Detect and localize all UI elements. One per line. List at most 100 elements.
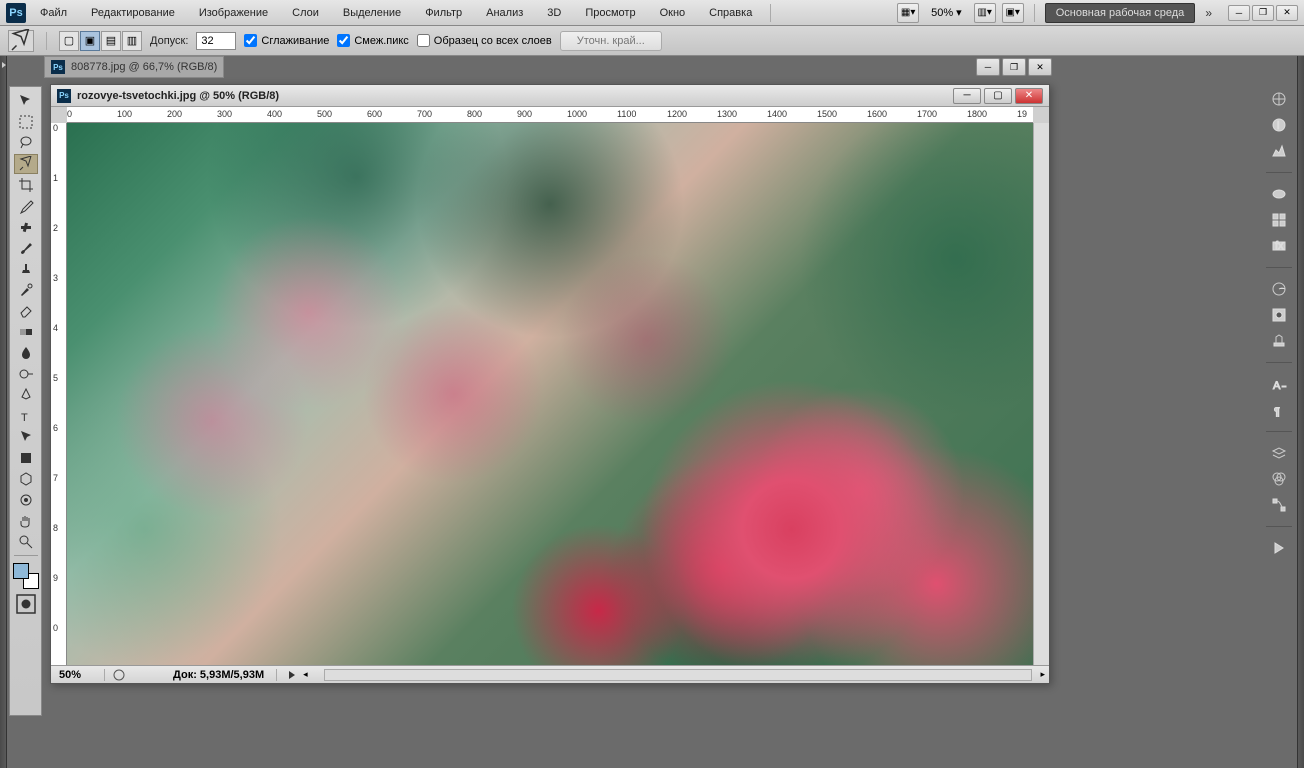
antialias-checkbox[interactable]: Сглаживание [244,34,329,47]
info-panel-icon[interactable]: i [1266,114,1292,136]
right-dock-edge[interactable] [1297,56,1304,768]
gradient-tool[interactable] [14,322,38,342]
menu-filter[interactable]: Фильтр [415,3,472,23]
options-bar: ▢ ▣ ▤ ▥ Допуск: Сглаживание Смеж.пикс Об… [0,26,1304,56]
masks-panel-icon[interactable] [1266,304,1292,326]
quick-mask-toggle[interactable] [14,594,38,614]
contiguous-checkbox[interactable]: Смеж.пикс [337,34,408,47]
document-window: Ps rozovye-tsvetochki.jpg @ 50% (RGB/8) … [50,84,1050,684]
menu-help[interactable]: Справка [699,3,762,23]
selection-new-button[interactable]: ▢ [59,31,79,51]
current-tool-icon[interactable] [8,30,34,52]
bgdoc-close-button[interactable]: ✕ [1028,58,1052,76]
document-titlebar[interactable]: Ps rozovye-tsvetochki.jpg @ 50% (RGB/8) … [51,85,1049,107]
character-panel-icon[interactable]: A [1266,373,1292,395]
all-layers-checkbox[interactable]: Образец со всех слоев [417,34,552,47]
dodge-tool[interactable] [14,364,38,384]
document-title: rozovye-tsvetochki.jpg @ 50% (RGB/8) [77,90,279,102]
marquee-tool[interactable] [14,112,38,132]
eraser-tool[interactable] [14,301,38,321]
selection-subtract-button[interactable]: ▤ [101,31,121,51]
status-doc-size[interactable]: Док: 5,93M/5,93M [133,669,277,681]
menu-file[interactable]: Файл [30,3,77,23]
horizontal-ruler[interactable]: 0100200300400500600700800900100011001200… [67,107,1033,123]
crop-tool[interactable] [14,175,38,195]
healing-brush-tool[interactable] [14,217,38,237]
window-close-button[interactable]: ✕ [1276,5,1298,21]
arrange-docs-icon[interactable]: ▥▾ [974,3,996,23]
color-panel-icon[interactable] [1266,183,1292,205]
selection-intersect-button[interactable]: ▥ [122,31,142,51]
channels-panel-icon[interactable] [1266,468,1292,490]
status-nav-icon[interactable] [113,669,125,681]
window-minimize-button[interactable]: ─ [1228,5,1250,21]
menu-select[interactable]: Выделение [333,3,411,23]
bgdoc-minimize-button[interactable]: ─ [976,58,1000,76]
menu-image[interactable]: Изображение [189,3,278,23]
histogram-panel-icon[interactable] [1266,140,1292,162]
3d-tool[interactable] [14,469,38,489]
tolerance-input[interactable] [196,32,236,50]
svg-text:fx: fx [1275,240,1284,252]
lasso-tool[interactable] [14,133,38,153]
status-menu-arrow-icon[interactable] [289,671,295,679]
canvas[interactable] [67,123,1033,665]
layers-panel-icon[interactable] [1266,442,1292,464]
vertical-ruler[interactable]: 01234567890 [51,123,67,665]
panel-separator [1266,431,1292,432]
paragraph-panel-icon[interactable]: ¶ [1266,399,1292,421]
panel-separator [1266,172,1292,173]
menu-analysis[interactable]: Анализ [476,3,533,23]
window-restore-button[interactable]: ❐ [1252,5,1274,21]
zoom-tool[interactable] [14,532,38,552]
paths-panel-icon[interactable] [1266,494,1292,516]
selection-add-button[interactable]: ▣ [80,31,100,51]
blur-tool[interactable] [14,343,38,363]
type-tool[interactable]: T [14,406,38,426]
shape-tool[interactable] [14,448,38,468]
background-document-tab[interactable]: Ps 808778.jpg @ 66,7% (RGB/8) [44,56,224,78]
history-brush-tool[interactable] [14,280,38,300]
svg-text:A: A [1273,380,1281,392]
status-zoom[interactable]: 50% [55,669,105,681]
3d-camera-tool[interactable] [14,490,38,510]
eyedropper-tool[interactable] [14,196,38,216]
styles-panel-icon[interactable]: fx [1266,235,1292,257]
hand-tool[interactable] [14,511,38,531]
refine-edge-button[interactable]: Уточн. край... [560,31,662,51]
menu-3d[interactable]: 3D [537,3,571,23]
panel-separator [1266,267,1292,268]
workspace-switcher[interactable]: Основная рабочая среда [1045,3,1196,23]
doc-minimize-button[interactable]: ─ [953,88,981,104]
adjustments-panel-icon[interactable] [1266,278,1292,300]
left-dock-edge[interactable] [0,56,7,768]
pen-tool[interactable] [14,385,38,405]
magic-wand-tool[interactable] [14,154,38,174]
menu-edit[interactable]: Редактирование [81,3,185,23]
clone-stamp-tool[interactable] [14,259,38,279]
navigator-panel-icon[interactable] [1266,88,1292,110]
vertical-scrollbar[interactable] [1033,123,1049,665]
svg-text:¶: ¶ [1274,406,1280,418]
bgdoc-restore-button[interactable]: ❐ [1002,58,1026,76]
doc-close-button[interactable]: ✕ [1015,88,1043,104]
document-statusbar: 50% Док: 5,93M/5,93M ◂ ▸ [51,665,1049,683]
foreground-color[interactable] [13,563,29,579]
move-tool[interactable] [14,91,38,111]
zoom-level-combo[interactable]: 50% ▾ [925,6,968,19]
path-selection-tool[interactable] [14,427,38,447]
menu-window[interactable]: Окно [650,3,696,23]
screen-mode-icon[interactable]: ▣▾ [1002,3,1024,23]
brushes-panel-icon[interactable] [1266,330,1292,352]
color-swatches[interactable] [13,563,39,589]
brush-tool[interactable] [14,238,38,258]
more-workspaces-icon[interactable]: » [1201,6,1216,20]
menu-layers[interactable]: Слои [282,3,329,23]
swatches-panel-icon[interactable] [1266,209,1292,231]
actions-panel-icon[interactable] [1266,537,1292,559]
toolbox: T [9,86,42,716]
doc-maximize-button[interactable]: ▢ [984,88,1012,104]
menu-view[interactable]: Просмотр [575,3,645,23]
launch-bridge-icon[interactable]: ▦▾ [897,3,919,23]
horizontal-scrollbar[interactable] [324,669,1033,681]
